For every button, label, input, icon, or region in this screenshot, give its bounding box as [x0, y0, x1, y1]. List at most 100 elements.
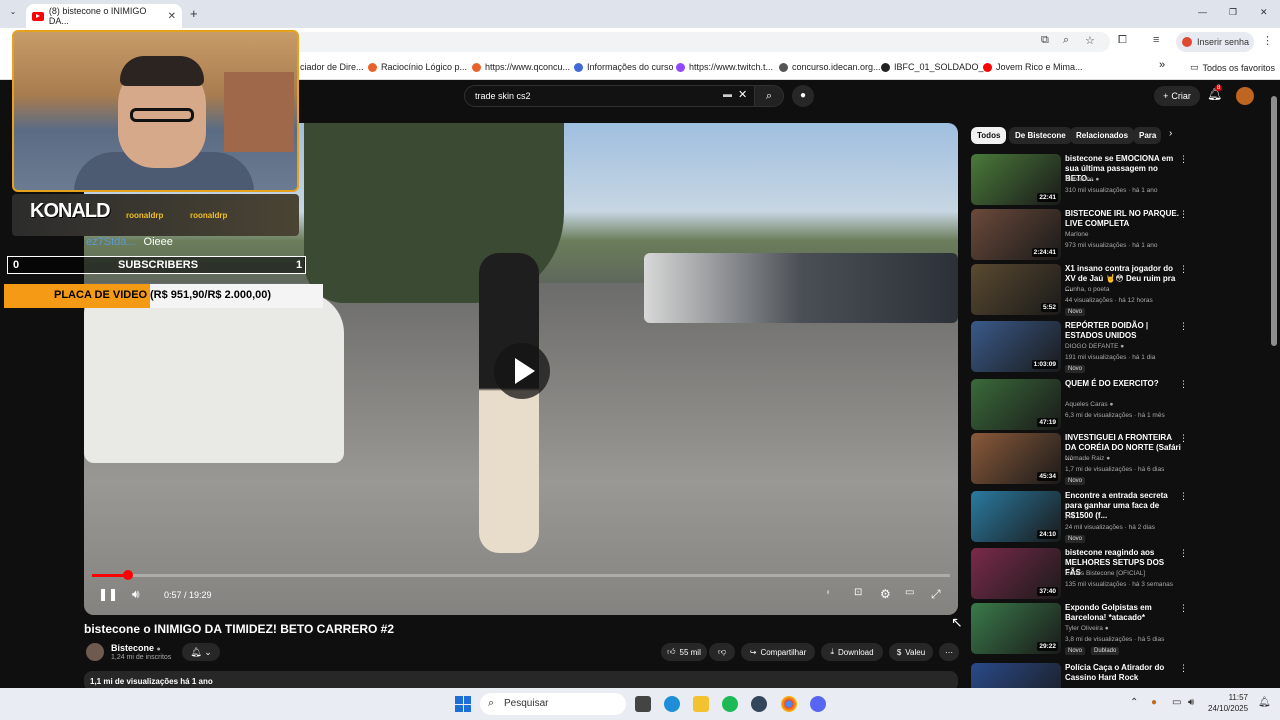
video-thumbnail[interactable]: 5:52: [971, 264, 1061, 315]
channel-name[interactable]: Bistecone ●: [111, 643, 161, 653]
video-thumbnail[interactable]: 37:40: [971, 548, 1061, 599]
volume-icon[interactable]: 🔊︎: [132, 587, 140, 602]
windows-start-icon[interactable]: [455, 696, 471, 712]
recommendation-title[interactable]: Polícia Caça o Atirador do Cassino Hard …: [1065, 663, 1181, 683]
network-icon[interactable]: ▭: [1172, 697, 1181, 708]
password-signin-button[interactable]: Inserir senha: [1176, 32, 1254, 52]
browser-menu-icon[interactable]: ⋮: [1262, 34, 1273, 47]
recommendation-channel[interactable]: Tyler Oliveira ●: [1065, 625, 1109, 632]
zoom-icon[interactable]: ⌕: [1063, 34, 1069, 47]
share-button[interactable]: ↪ Compartilhar: [741, 643, 815, 661]
bookmark-item[interactable]: Jovem Rico e Mima...: [983, 62, 1083, 72]
keyboard-icon[interactable]: ▬: [723, 89, 732, 99]
play-overlay-button[interactable]: [494, 343, 550, 399]
video-thumbnail[interactable]: 24:10: [971, 491, 1061, 542]
new-tab-button[interactable]: +: [190, 6, 198, 21]
subtitles-icon[interactable]: ⊡: [854, 587, 862, 598]
recommendation-title[interactable]: QUEM É DO EXERCITO?: [1065, 379, 1181, 389]
recommendation-title[interactable]: REPÓRTER DOIDÃO | ESTADOS UNIDOS: [1065, 321, 1181, 341]
more-options-icon[interactable]: ⋮: [1179, 321, 1188, 332]
more-options-icon[interactable]: ⋮: [1179, 663, 1188, 674]
chip-relacionados[interactable]: Relacionados: [1070, 127, 1135, 144]
video-thumbnail[interactable]: 47:19: [971, 379, 1061, 430]
bookmark-item[interactable]: Informações do curso: [574, 62, 674, 72]
chip-todos[interactable]: Todos: [971, 127, 1007, 144]
more-options-icon[interactable]: ⋮: [1179, 491, 1188, 502]
settings-gear-icon[interactable]: ⚙︎: [880, 587, 891, 601]
bookmark-item[interactable]: IBFC_01_SOLDADO_...: [881, 62, 991, 72]
spotify-icon[interactable]: [722, 696, 738, 712]
recommendation-channel[interactable]: Cunha, o poeta: [1065, 286, 1109, 293]
search-input[interactable]: trade skin cs2: [464, 85, 756, 107]
channel-avatar[interactable]: [86, 643, 104, 661]
bookmark-item[interactable]: https://www.twitch.t...: [676, 62, 773, 72]
close-window-button[interactable]: ✕: [1260, 7, 1268, 18]
dislike-button[interactable]: 👎︎: [709, 643, 735, 661]
more-options-icon[interactable]: ⋮: [1179, 264, 1188, 275]
bookmark-item[interactable]: ciador de Dire...: [300, 62, 364, 72]
maximize-button[interactable]: ❐: [1229, 7, 1237, 18]
recommendation-channel[interactable]: Nômade Raiz ●: [1065, 455, 1110, 462]
edge-icon[interactable]: [664, 696, 680, 712]
recommendation-title[interactable]: Encontre a entrada secreta para ganhar u…: [1065, 491, 1181, 521]
more-options-icon[interactable]: ⋮: [1179, 548, 1188, 559]
pause-icon[interactable]: ❚❚: [98, 587, 118, 601]
clear-search-icon[interactable]: ✕: [738, 88, 747, 101]
voice-search-button[interactable]: ●: [792, 85, 814, 107]
minimize-button[interactable]: —: [1198, 7, 1207, 17]
scrollbar[interactable]: [1270, 86, 1278, 688]
video-thumbnail[interactable]: 29:22: [971, 603, 1061, 654]
recommendation-title[interactable]: BISTECONE IRL NO PARQUE. LIVE COMPLETA: [1065, 209, 1181, 229]
bookmark-item[interactable]: Raciocínio Lógico p...: [368, 62, 467, 72]
all-favorites-folder[interactable]: ▭ Todos os favoritos: [1190, 62, 1275, 73]
video-thumbnail[interactable]: 45:34: [971, 433, 1061, 484]
recommendation-channel[interactable]: DIOGO DEFANTE ●: [1065, 343, 1124, 350]
more-options-icon[interactable]: ⋮: [1179, 154, 1188, 165]
bookmark-star-icon[interactable]: ☆: [1085, 34, 1095, 47]
scrollbar-thumb[interactable]: [1271, 96, 1277, 346]
steam-icon[interactable]: [751, 696, 767, 712]
tab-list-button[interactable]: ⌄: [6, 7, 20, 21]
download-button[interactable]: ⤓ Download: [821, 643, 883, 661]
bookmarks-more-button[interactable]: »: [1159, 59, 1165, 71]
progress-bar[interactable]: [92, 570, 950, 580]
extensions-icon[interactable]: ⧠: [1118, 34, 1127, 47]
recommendation-channel[interactable]: Cortes Bistecone [OFICIAL]: [1065, 570, 1145, 577]
video-thumbnail[interactable]: 2:24:41: [971, 209, 1061, 260]
more-options-icon[interactable]: ⋮: [1179, 379, 1188, 390]
bookmark-item[interactable]: https://www.qconcu...: [472, 62, 570, 72]
tab-close-icon[interactable]: ✕: [168, 11, 176, 22]
chip-de-bistecone[interactable]: De Bistecone: [1009, 127, 1072, 144]
subscription-bell-dropdown[interactable]: 🔔︎ ⌄: [182, 643, 220, 661]
microphone-icon[interactable]: ●: [1151, 697, 1157, 708]
recommendation-title[interactable]: Expondo Golpistas em Barcelona! *atacado…: [1065, 603, 1181, 623]
tray-overflow-icon[interactable]: ⌃: [1130, 697, 1138, 708]
search-button[interactable]: ⌕: [754, 85, 784, 107]
notification-center-icon[interactable]: 🔔︎: [1258, 697, 1271, 708]
autoplay-toggle-icon[interactable]: ◐: [826, 587, 832, 598]
video-thumbnail[interactable]: 22:41: [971, 154, 1061, 205]
video-thumbnail[interactable]: 1:03:09: [971, 321, 1061, 372]
more-options-icon[interactable]: ⋮: [1179, 209, 1188, 220]
miniplayer-icon[interactable]: ▭: [905, 587, 914, 598]
media-controls-icon[interactable]: ≡: [1153, 34, 1159, 46]
account-avatar[interactable]: [1236, 87, 1254, 105]
taskbar-search[interactable]: ⌕ Pesquisar: [480, 693, 626, 715]
thanks-button[interactable]: $ Valeu: [889, 643, 933, 661]
recommendation-channel[interactable]: Aqueles Caras ●: [1065, 401, 1113, 408]
recommendation-channel[interactable]: Marlone: [1065, 231, 1088, 238]
bookmark-item[interactable]: concurso.idecan.org...: [779, 62, 881, 72]
more-options-icon[interactable]: ⋮: [1179, 603, 1188, 614]
chip-para[interactable]: Para: [1133, 127, 1161, 144]
more-options-icon[interactable]: ⋮: [1179, 433, 1188, 444]
system-clock[interactable]: 11:57 24/10/2025: [1208, 692, 1248, 714]
install-app-icon[interactable]: ⧉: [1041, 34, 1049, 47]
chips-next-icon[interactable]: ›: [1169, 128, 1172, 139]
create-button[interactable]: + Criar: [1154, 86, 1200, 106]
fullscreen-icon[interactable]: ⤢: [931, 587, 941, 602]
recommendation-channel[interactable]: Bistecone ●: [1065, 176, 1099, 183]
more-actions-button[interactable]: ⋯: [939, 643, 959, 661]
browser-tab-active[interactable]: (8) bistecone o INIMIGO DA... ✕: [26, 4, 182, 28]
address-bar[interactable]: [290, 32, 1110, 52]
discord-icon[interactable]: [810, 696, 826, 712]
